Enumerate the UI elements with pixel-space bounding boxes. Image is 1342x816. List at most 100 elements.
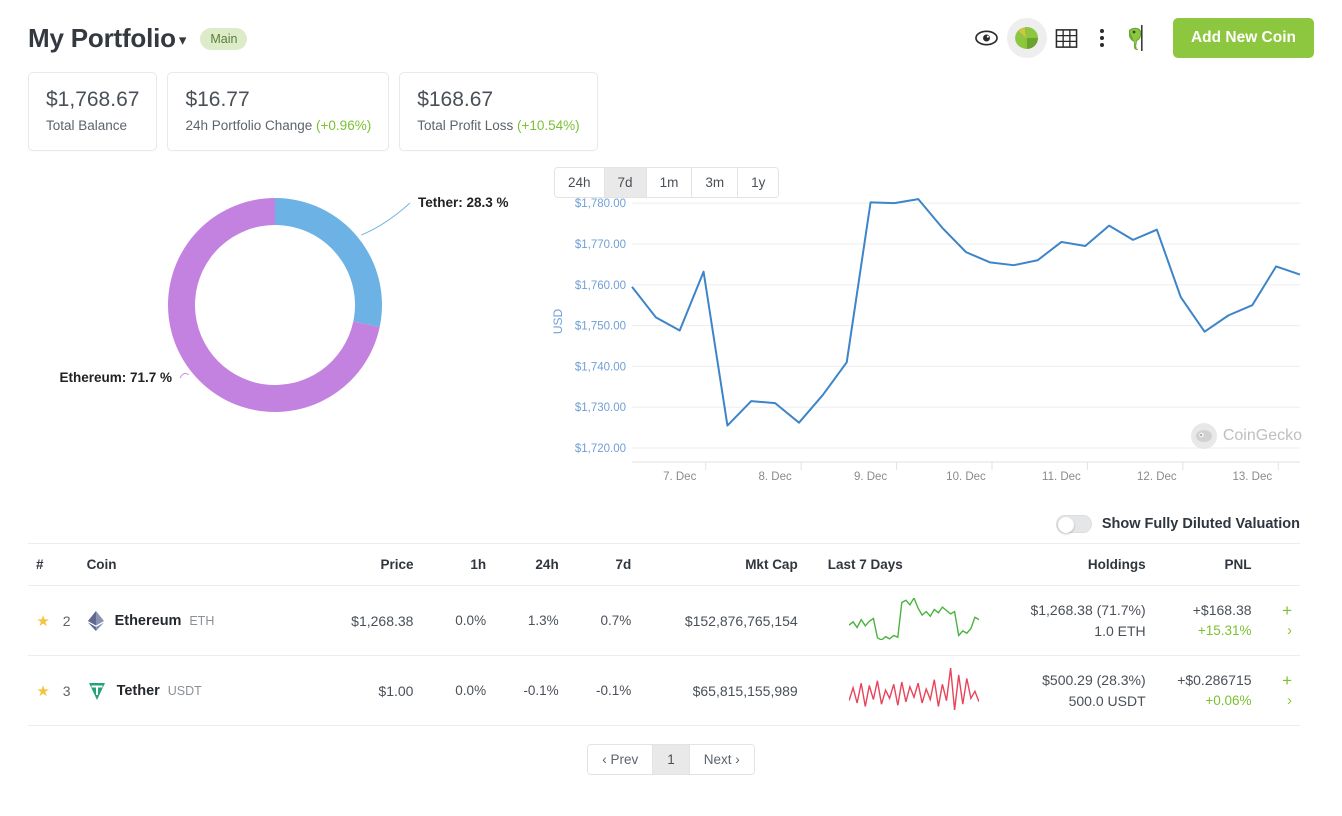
holdings-cell: $500.29 (28.3%) 500.0 USDT: [987, 655, 1154, 726]
change-24h-cell: 1.3%: [494, 585, 567, 656]
chevron-right-icon[interactable]: ›: [1268, 622, 1292, 640]
price-cell: $1.00: [310, 655, 422, 726]
coin-inner: Tether USDT: [87, 681, 303, 701]
market-cap-cell: $152,876,765,154: [639, 585, 806, 656]
rank-cell: ★ 3: [28, 655, 79, 726]
column-header-mkt-cap[interactable]: Mkt Cap: [639, 543, 806, 586]
coin-inner: Ethereum ETH: [87, 610, 303, 631]
y-axis-tick-label: $1,740.00: [575, 361, 626, 373]
pnl-cell: +$168.38 +15.31%: [1153, 585, 1260, 656]
pager-group: ‹ Prev 1 Next ›: [587, 744, 755, 775]
tether-logo-icon: [88, 682, 105, 700]
time-range-tab-3m[interactable]: 3m: [692, 168, 739, 197]
time-range-tab-24h[interactable]: 24h: [555, 168, 605, 197]
coin-cell[interactable]: Tether USDT: [78, 655, 311, 726]
stat-card-total-balance: $1,768.67 Total Balance: [28, 72, 158, 151]
table-row[interactable]: ★ 3 Tether USDT $1.00 0.0% -0.1% -0.1% $…: [28, 655, 1300, 726]
column-header-pnl[interactable]: PNL: [1153, 543, 1260, 586]
coin-name: Tether: [116, 683, 160, 699]
stat-value: $16.77: [185, 88, 250, 111]
coin-rank: 3: [62, 682, 71, 699]
table-grid-icon[interactable]: [1047, 18, 1087, 58]
pagination-page-1[interactable]: 1: [653, 745, 690, 774]
header-actions: Add New Coin: [967, 18, 1314, 58]
favorite-star-icon[interactable]: ★: [36, 683, 49, 700]
portfolio-title-group[interactable]: My Portfolio ▾ Main: [28, 23, 248, 54]
donut-label-tether: Tether: 28.3 %: [418, 195, 509, 210]
coin-symbol: ETH: [189, 614, 215, 628]
x-axis-tick-label: 9. Dec: [854, 471, 887, 483]
market-cap-cell: $65,815,155,989: [639, 655, 806, 726]
pagination-prev-button[interactable]: ‹ Prev: [588, 745, 654, 774]
column-header-24h[interactable]: 24h: [494, 543, 567, 586]
column-header-coin[interactable]: Coin: [78, 543, 311, 586]
y-axis-title: USD: [551, 309, 565, 335]
y-axis-tick-label: $1,730.00: [575, 402, 626, 414]
y-axis-tick-label: $1,780.00: [575, 198, 626, 210]
donut-callout-line: [361, 202, 411, 236]
holdings-amount: 500.0 USDT: [1068, 692, 1146, 709]
pnl-value: +$168.38: [1192, 601, 1252, 618]
stat-label: Total Balance: [46, 118, 139, 133]
chevron-right-icon[interactable]: ›: [1268, 692, 1292, 710]
time-range-tab-7d[interactable]: 7d: [604, 168, 647, 197]
change-1h-cell: 0.0%: [421, 655, 495, 726]
time-range-tab-1m[interactable]: 1m: [646, 168, 693, 197]
last-7-days-sparkline: [848, 596, 980, 641]
show-fully-diluted-valuation-toggle[interactable]: [1055, 515, 1092, 533]
column-header-7d[interactable]: 7d: [566, 543, 640, 586]
coin-name-wrap: Tether USDT: [117, 682, 202, 699]
coingecko-watermark: CoinGecko: [1190, 423, 1302, 449]
pnl-percent: +15.31%: [1197, 622, 1252, 638]
donut-label-ethereum: Ethereum: 71.7 %: [59, 370, 172, 385]
add-new-coin-button[interactable]: Add New Coin: [1172, 18, 1314, 58]
gecko-logo-icon: [1190, 423, 1217, 449]
column-header-last-7-days[interactable]: Last 7 Days: [805, 543, 988, 586]
row-actions-cell: + ›: [1259, 655, 1300, 726]
x-axis-tick-label: 11. Dec: [1042, 471, 1081, 483]
time-range-tab-1y[interactable]: 1y: [738, 168, 779, 197]
change-7d-cell: 0.7%: [566, 585, 640, 656]
row-actions-cell: + ›: [1259, 585, 1300, 656]
x-axis-tick-label: 10. Dec: [946, 471, 986, 483]
plus-icon[interactable]: +: [1268, 671, 1292, 691]
coin-cell[interactable]: Ethereum ETH: [78, 585, 311, 656]
x-axis-tick-label: 8. Dec: [759, 471, 792, 483]
allocation-donut-chart: Tether: 28.3 % Ethereum: 71.7 %: [20, 165, 540, 511]
coin-name: Ethereum: [114, 613, 182, 629]
column-header-rank[interactable]: #: [28, 543, 79, 586]
pie-chart-icon[interactable]: [1006, 18, 1047, 58]
table-header: # Coin Price 1h 24h 7d Mkt Cap Last 7 Da…: [28, 543, 1300, 586]
change-1h-cell: 0.0%: [421, 585, 495, 656]
pnl-cell: +$0.286715 +0.06%: [1153, 655, 1260, 726]
toggle-label: Show Fully Diluted Valuation: [1101, 516, 1300, 532]
chevron-down-icon[interactable]: ▾: [179, 31, 187, 49]
table-row[interactable]: ★ 2 Ethereum ETH $1,268.38 0.0% 1.3% 0.7…: [28, 585, 1300, 656]
y-axis-tick-label: $1,720.00: [575, 443, 626, 455]
x-axis-tick-label: 7. Dec: [663, 471, 696, 483]
favorite-star-icon[interactable]: ★: [36, 613, 49, 630]
charts-section: Tether: 28.3 % Ethereum: 71.7 % 24h 7d 1m 3m…: [0, 151, 1342, 511]
change-7d-cell: -0.1%: [566, 655, 640, 726]
y-axis-tick-label: $1,750.00: [575, 321, 626, 333]
app-header: My Portfolio ▾ Main Add New Coin: [0, 0, 1342, 60]
more-vertical-icon[interactable]: [1087, 18, 1117, 58]
plus-icon[interactable]: +: [1268, 601, 1292, 621]
eye-icon[interactable]: [967, 18, 1007, 58]
holdings-cell: $1,268.38 (71.7%) 1.0 ETH: [987, 585, 1154, 656]
donut-slice-tether[interactable]: [275, 198, 382, 328]
ethereum-logo-icon: [87, 610, 104, 631]
y-axis-tick-label: $1,760.00: [575, 280, 626, 292]
column-header-holdings[interactable]: Holdings: [987, 543, 1154, 586]
column-header-price[interactable]: Price: [310, 543, 422, 586]
column-header-actions: [1259, 543, 1300, 586]
coin-rank: 2: [62, 612, 71, 629]
stat-value: $168.67: [417, 88, 494, 111]
last-7-days-sparkline: [848, 667, 980, 711]
stat-change-pct: (+0.96%): [316, 118, 372, 133]
x-axis-tick-label: 12. Dec: [1137, 471, 1177, 483]
table-header-row: # Coin Price 1h 24h 7d Mkt Cap Last 7 Da…: [28, 543, 1300, 586]
pagination: ‹ Prev 1 Next ›: [0, 726, 1342, 775]
pagination-next-button[interactable]: Next ›: [689, 745, 754, 774]
column-header-1h[interactable]: 1h: [421, 543, 495, 586]
